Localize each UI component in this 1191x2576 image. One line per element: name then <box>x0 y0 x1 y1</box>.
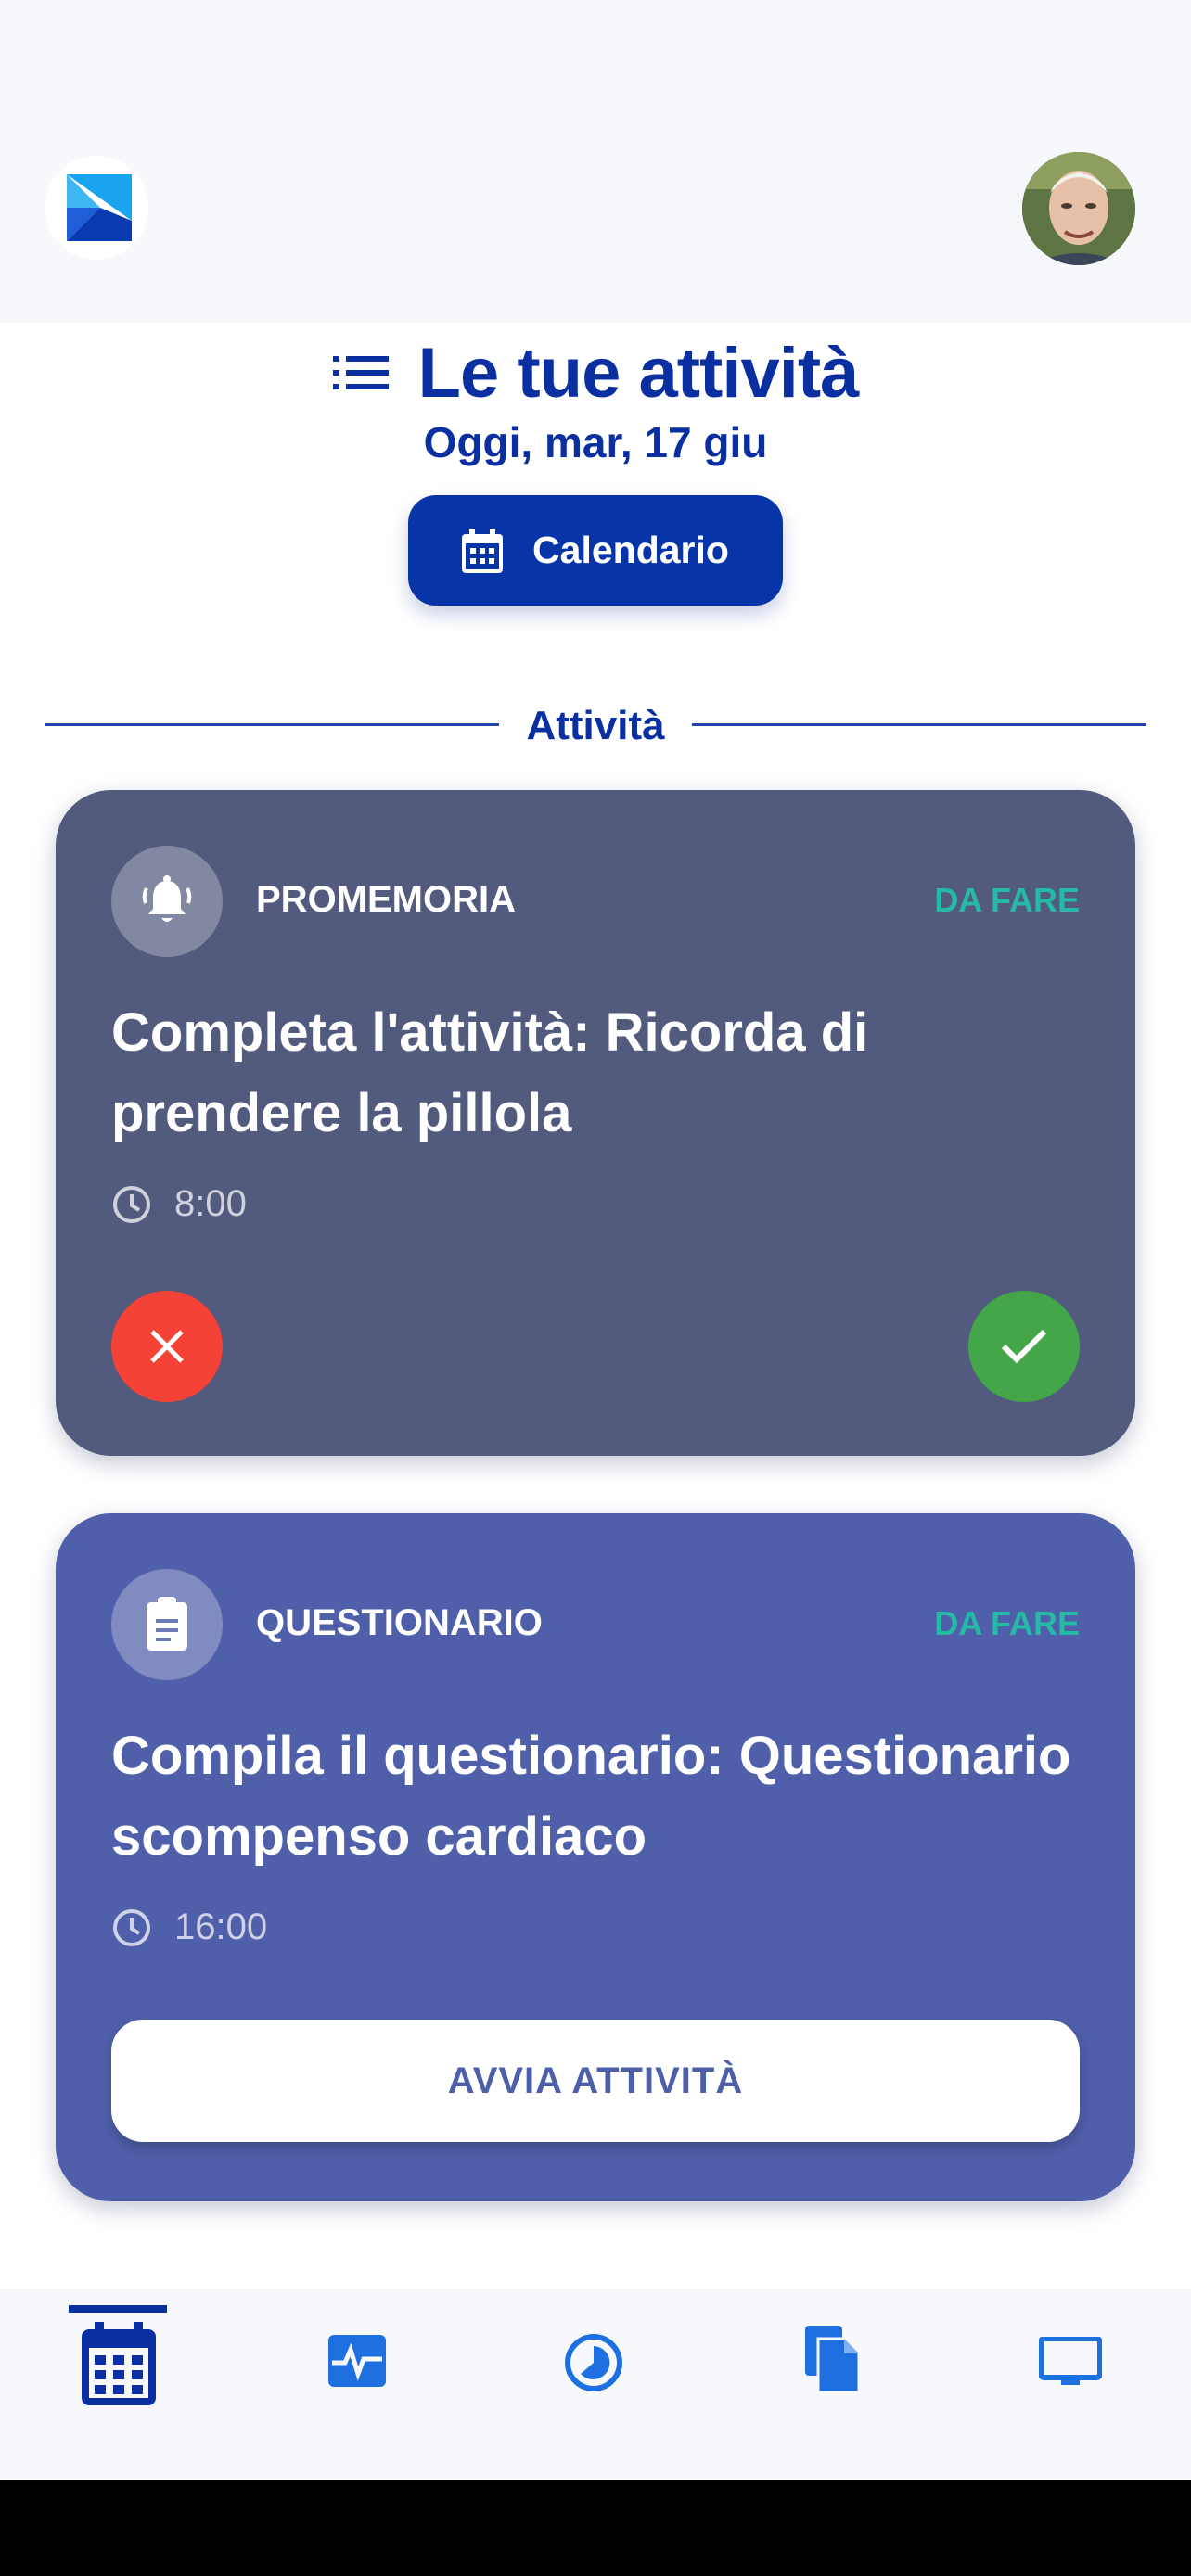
top-app-bar <box>0 0 1191 323</box>
section-label: Attività <box>526 703 665 748</box>
start-activity-button[interactable]: AVVIA ATTIVITÀ <box>111 2020 1080 2142</box>
activity-time-row: 16:00 <box>111 1906 267 1948</box>
section-divider: Attività <box>0 703 1191 748</box>
bottom-navigation <box>0 2289 1191 2480</box>
status-badge: DA FARE <box>934 881 1080 919</box>
nav-active-indicator <box>69 2305 167 2313</box>
activity-title: Compila il questionario: Questionario sc… <box>111 1726 1071 1867</box>
close-icon <box>150 1330 184 1363</box>
nav-item-devices[interactable] <box>950 2289 1187 2480</box>
user-avatar[interactable] <box>1022 152 1135 265</box>
app-logo <box>45 156 148 260</box>
check-icon <box>1001 1329 1047 1364</box>
page-title-row: Le tue attività <box>0 326 1191 419</box>
page-title: Le tue attività <box>417 333 860 413</box>
divider-line-right <box>692 723 1146 726</box>
calendar-icon <box>82 2322 156 2405</box>
nav-item-calendar[interactable] <box>0 2289 237 2480</box>
calendar-icon <box>462 528 504 573</box>
activity-icon <box>328 2335 386 2387</box>
nav-item-documents[interactable] <box>712 2289 950 2480</box>
nav-item-progress[interactable] <box>475 2289 712 2480</box>
activity-type-label: QUESTIONARIO <box>256 1602 543 1643</box>
activity-time: 16:00 <box>174 1906 268 1947</box>
documents-icon <box>805 2326 861 2392</box>
progress-icon <box>565 2334 622 2391</box>
start-activity-label: AVVIA ATTIVITÀ <box>447 2060 744 2101</box>
activity-type-label: PROMEMORIA <box>256 879 516 920</box>
nav-item-health[interactable] <box>237 2289 475 2480</box>
current-date: Oggi, mar, 17 giu <box>423 418 768 466</box>
clipboard-icon <box>147 1597 187 1651</box>
clock-icon <box>113 1185 150 1223</box>
activity-type-badge <box>111 846 223 957</box>
app-logo-icon <box>67 174 132 241</box>
activity-type-badge <box>111 1569 223 1680</box>
reject-button[interactable] <box>111 1291 223 1402</box>
calendar-button-label: Calendario <box>532 529 729 571</box>
activity-time: 8:00 <box>174 1183 247 1224</box>
activity-card-questionnaire[interactable]: QUESTIONARIO DA FARE Compila il question… <box>56 1513 1135 2201</box>
accept-button[interactable] <box>968 1291 1080 1402</box>
avatar-photo-icon <box>1022 152 1135 265</box>
bell-icon <box>142 875 192 922</box>
calendar-button[interactable]: Calendario <box>408 495 783 606</box>
activity-card-reminder[interactable]: PROMEMORIA DA FARE Completa l'attività: … <box>56 790 1135 1456</box>
monitor-icon <box>1039 2337 1102 2385</box>
clock-icon <box>113 1908 150 1946</box>
status-badge: DA FARE <box>934 1604 1080 1642</box>
activity-time-row: 8:00 <box>111 1183 247 1225</box>
system-navigation-bar <box>0 2480 1191 2576</box>
activity-title: Completa l'attività: Ricorda di prendere… <box>111 1002 869 1143</box>
list-icon <box>332 356 389 389</box>
